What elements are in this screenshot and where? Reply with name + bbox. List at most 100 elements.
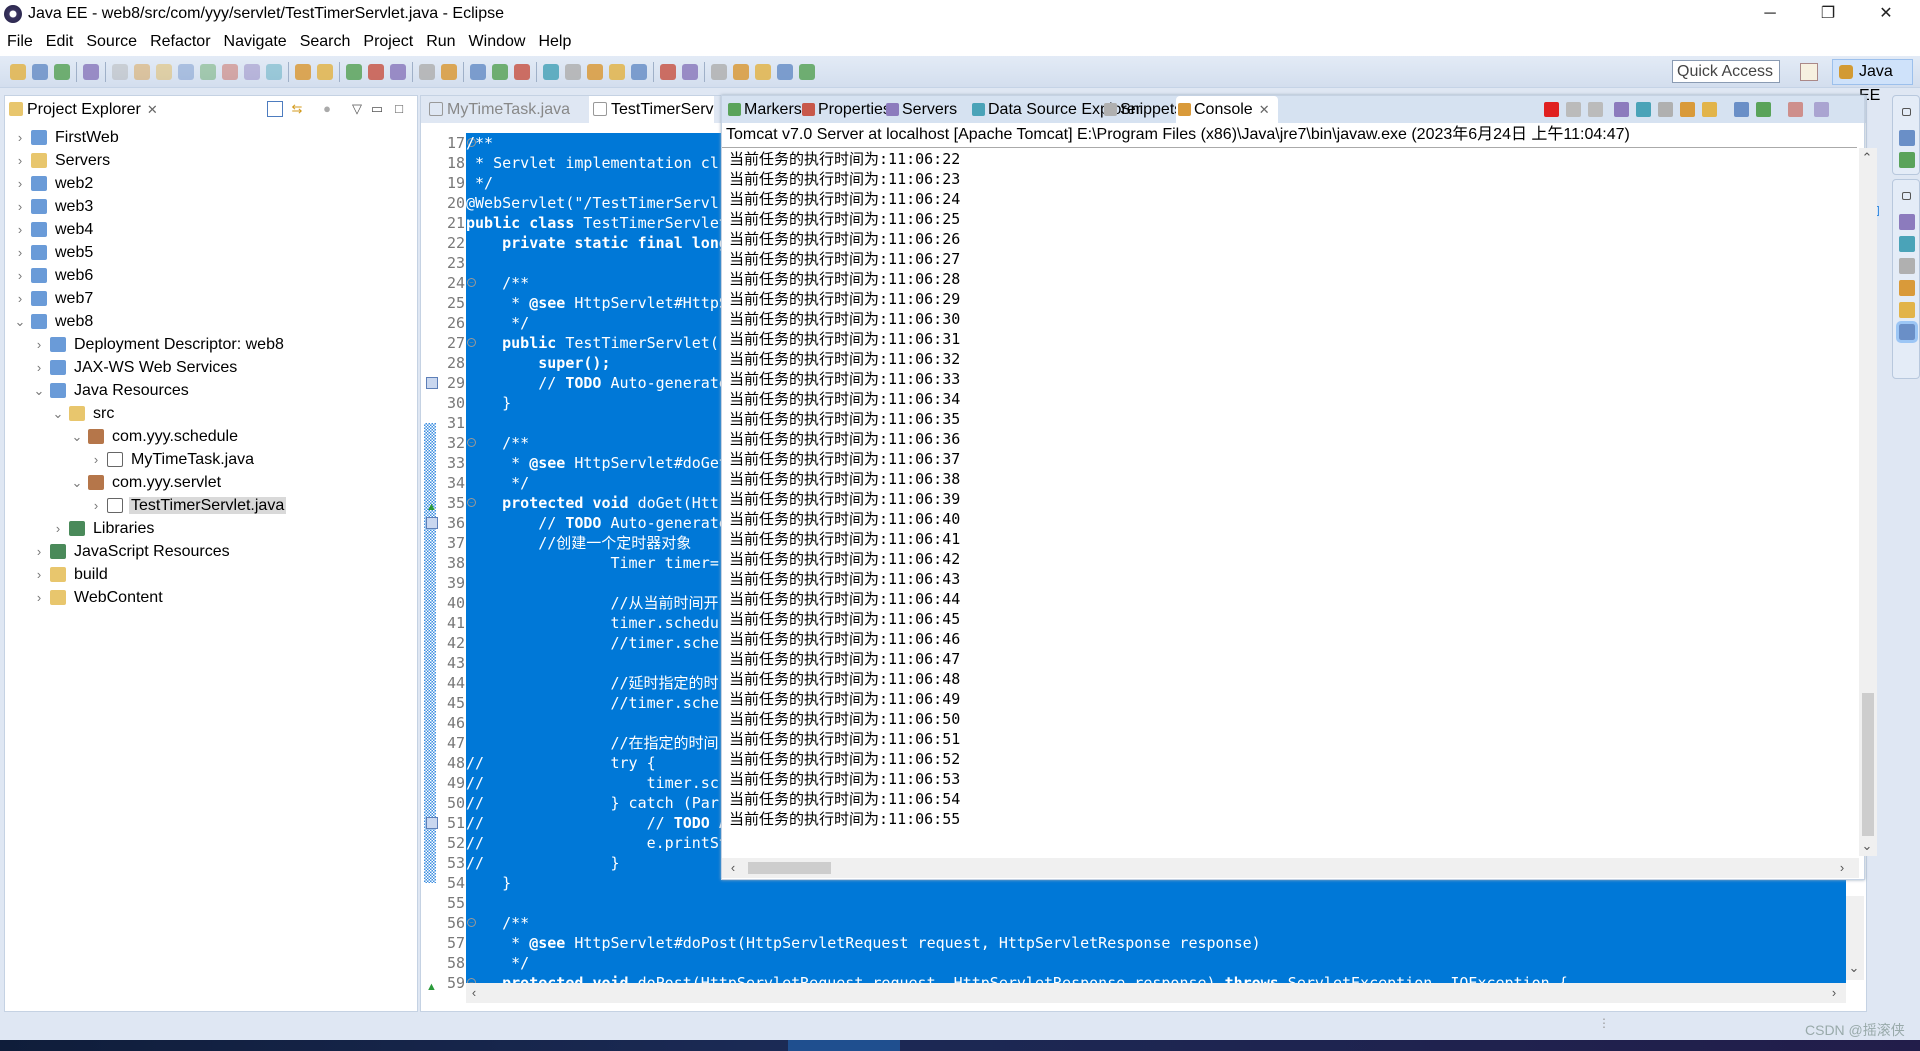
step-into-icon[interactable] bbox=[222, 63, 238, 80]
tree-item[interactable]: › WebContent bbox=[37, 586, 165, 609]
tree-item[interactable]: ⌄ com.yyy.schedule bbox=[72, 425, 240, 448]
scroll-down-icon[interactable]: ⌄ bbox=[1859, 838, 1875, 854]
chevron-right-icon[interactable]: › bbox=[13, 126, 27, 149]
taskbar-active-item[interactable] bbox=[788, 1040, 900, 1051]
console-vertical-scrollbar[interactable]: ⌃ ⌄ bbox=[1859, 148, 1877, 856]
resume-icon[interactable] bbox=[134, 63, 150, 80]
scroll-down-icon[interactable]: ⌄ bbox=[1846, 960, 1862, 976]
close-button[interactable]: ✕ bbox=[1858, 0, 1914, 28]
task-marker-icon[interactable] bbox=[426, 817, 438, 829]
last-edit-icon[interactable] bbox=[755, 63, 771, 80]
scrollbar-thumb[interactable] bbox=[748, 862, 831, 874]
menu-refactor[interactable]: Refactor bbox=[150, 33, 210, 51]
clear-console-icon[interactable] bbox=[1614, 102, 1629, 117]
tab-markers[interactable]: Markers bbox=[726, 96, 802, 123]
tab-mytimetask-java[interactable]: MyTimeTask.java bbox=[425, 96, 570, 123]
tree-item[interactable]: › JAX-WS Web Services bbox=[37, 356, 239, 379]
override-marker-icon[interactable]: ▲ bbox=[426, 497, 438, 513]
chevron-right-icon[interactable]: › bbox=[13, 218, 27, 241]
show-on-stdout-icon[interactable] bbox=[1680, 102, 1695, 117]
tree-item[interactable]: › web5 bbox=[18, 241, 95, 264]
tree-item[interactable]: › Deployment Descriptor: web8 bbox=[37, 333, 286, 356]
scroll-right-icon[interactable]: › bbox=[1834, 860, 1850, 875]
annotations-icon[interactable] bbox=[565, 63, 581, 80]
run-icon[interactable] bbox=[368, 63, 384, 80]
menu-file[interactable]: File bbox=[7, 33, 33, 51]
tree-item[interactable]: › Libraries bbox=[56, 517, 156, 540]
tree-item[interactable]: › web3 bbox=[18, 195, 95, 218]
filter-icon[interactable]: ● bbox=[319, 101, 335, 117]
scroll-left-icon[interactable]: ‹ bbox=[466, 985, 482, 1000]
show-on-stderr-icon[interactable] bbox=[1702, 102, 1717, 117]
restore-icon[interactable] bbox=[1902, 192, 1911, 200]
chevron-down-icon[interactable]: ⌄ bbox=[70, 425, 84, 448]
java-ee-perspective-button[interactable]: Java EE bbox=[1832, 59, 1913, 104]
snippets-icon[interactable] bbox=[1899, 302, 1915, 318]
word-wrap-icon[interactable] bbox=[1658, 102, 1673, 117]
chevron-right-icon[interactable]: › bbox=[32, 333, 46, 356]
chevron-right-icon[interactable]: › bbox=[13, 195, 27, 218]
chevron-right-icon[interactable]: › bbox=[89, 494, 103, 517]
outline-icon[interactable] bbox=[1899, 130, 1915, 146]
close-icon[interactable]: ✕ bbox=[147, 102, 158, 117]
console-icon[interactable] bbox=[1896, 321, 1918, 343]
restore-icon[interactable] bbox=[1902, 108, 1911, 116]
chevron-right-icon[interactable]: › bbox=[32, 356, 46, 379]
menu-window[interactable]: Window bbox=[469, 33, 526, 51]
back-icon[interactable] bbox=[777, 63, 793, 80]
new-web-service-icon[interactable] bbox=[419, 63, 435, 80]
editor-horizontal-scrollbar[interactable]: ‹ › bbox=[466, 983, 1846, 1003]
chevron-right-icon[interactable]: › bbox=[13, 241, 27, 264]
tree-item[interactable]: › web4 bbox=[18, 218, 95, 241]
open-perspective-icon[interactable] bbox=[1800, 63, 1818, 81]
tree-item[interactable]: ⌄ src bbox=[53, 402, 116, 425]
tab-snippets[interactable]: Snippets bbox=[1102, 96, 1182, 123]
debug-icon[interactable] bbox=[346, 63, 362, 80]
chevron-down-icon[interactable]: ⌄ bbox=[70, 471, 84, 494]
scroll-right-icon[interactable]: › bbox=[1826, 985, 1842, 1000]
scrollbar-thumb[interactable] bbox=[1862, 693, 1874, 836]
minimize-icon[interactable] bbox=[1814, 102, 1829, 117]
chevron-right-icon[interactable]: › bbox=[51, 517, 65, 540]
new-class-icon[interactable] bbox=[441, 63, 457, 80]
display-console-icon[interactable] bbox=[1756, 102, 1771, 117]
maximize-icon[interactable]: □ bbox=[391, 101, 407, 117]
chevron-right-icon[interactable]: › bbox=[32, 586, 46, 609]
terminate-icon[interactable] bbox=[178, 63, 194, 80]
show-whitespace-icon[interactable] bbox=[587, 63, 603, 80]
close-icon[interactable]: ✕ bbox=[1259, 102, 1270, 117]
tree-item[interactable]: › FirstWeb bbox=[18, 126, 121, 149]
paragraph-icon[interactable] bbox=[631, 63, 647, 80]
task-list-icon[interactable] bbox=[1899, 152, 1915, 168]
forward-icon[interactable] bbox=[799, 63, 815, 80]
step-return-icon[interactable] bbox=[266, 63, 282, 80]
remove-launch-icon[interactable] bbox=[1566, 102, 1581, 117]
next-annotation-icon[interactable] bbox=[711, 63, 727, 80]
chevron-down-icon[interactable]: ⌄ bbox=[51, 402, 65, 425]
chevron-right-icon[interactable]: › bbox=[13, 172, 27, 195]
chevron-right-icon[interactable]: › bbox=[13, 149, 27, 172]
tab-testtimerserv[interactable]: TestTimerServ bbox=[589, 96, 714, 123]
link-with-editor-icon[interactable]: ⇆ bbox=[289, 101, 305, 117]
chevron-down-icon[interactable]: ⌄ bbox=[13, 310, 27, 333]
status-separator-handle[interactable]: ⋮ bbox=[1598, 1016, 1610, 1030]
tab-servers[interactable]: Servers bbox=[884, 96, 957, 123]
new-icon[interactable] bbox=[10, 63, 26, 80]
save-icon[interactable] bbox=[32, 63, 48, 80]
tab-console[interactable]: Console ✕ bbox=[1176, 96, 1278, 123]
search-icon[interactable] bbox=[514, 63, 530, 80]
tree-item[interactable]: › Servers bbox=[18, 149, 112, 172]
chevron-right-icon[interactable]: › bbox=[32, 563, 46, 586]
step-over-icon[interactable] bbox=[244, 63, 260, 80]
menu-search[interactable]: Search bbox=[300, 33, 351, 51]
data-source-icon[interactable] bbox=[1899, 280, 1915, 296]
open-console-icon[interactable] bbox=[1788, 102, 1803, 117]
terminate-icon[interactable] bbox=[1544, 102, 1559, 117]
menu-project[interactable]: Project bbox=[363, 33, 413, 51]
override-marker-icon[interactable]: ▲ bbox=[426, 977, 438, 993]
skip-breakpoints-icon[interactable] bbox=[112, 63, 128, 80]
minimize-icon[interactable]: ▭ bbox=[369, 101, 385, 117]
servers-icon[interactable] bbox=[1899, 258, 1915, 274]
disconnect-icon[interactable] bbox=[200, 63, 216, 80]
chevron-right-icon[interactable]: › bbox=[32, 540, 46, 563]
